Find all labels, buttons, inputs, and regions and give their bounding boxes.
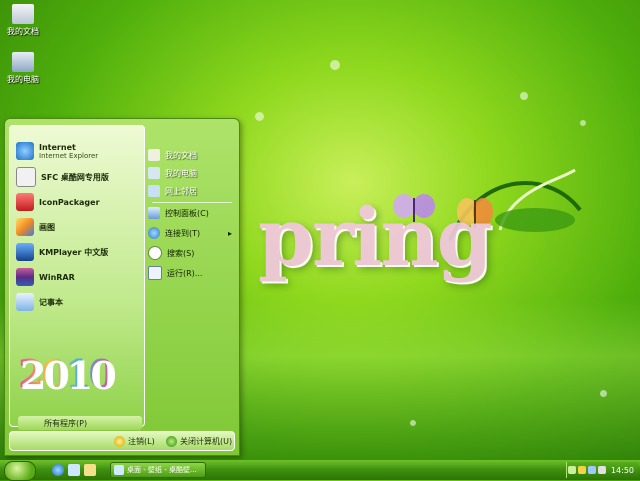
start-place-label: 我的电脑 <box>165 168 197 178</box>
logoff-button[interactable]: 注销(L) <box>114 434 155 448</box>
logoff-icon <box>114 435 125 447</box>
quicklaunch-desktop-icon[interactable] <box>68 464 80 476</box>
start-item-notepad[interactable]: 记事本 <box>16 291 63 313</box>
start-menu-places-pane: 我的文档 我的电脑 网上邻居 控制面板(C) 连接到(T) ▸ 搜索(S) 运行… <box>146 125 234 425</box>
shutdown-button[interactable]: 关闭计算机(U) <box>166 434 232 448</box>
start-place-label: 连接到(T) <box>165 228 201 238</box>
tray-network-icon[interactable] <box>587 466 596 474</box>
start-item-title: IconPackager <box>39 197 100 207</box>
bokeh-dot <box>520 92 528 100</box>
bokeh-dot <box>600 390 607 397</box>
my-computer-icon <box>12 52 34 72</box>
bokeh-dot <box>330 60 340 70</box>
start-item-sfc[interactable]: SFC 桌酷网专用版 <box>16 166 109 188</box>
start-menu-pinned-pane: Internet Internet Explorer SFC 桌酷网专用版 Ic… <box>9 125 145 430</box>
all-programs-button[interactable]: 所有程序(P) <box>18 416 142 430</box>
year-2010-art: 2010 <box>18 351 115 396</box>
start-menu-footer: 注销(L) 关闭计算机(U) <box>9 431 235 451</box>
start-item-kmplayer[interactable]: KMPlayer 中文版 <box>16 241 108 263</box>
tray-clock[interactable]: 14:50 <box>611 466 634 475</box>
start-place-label: 网上邻居 <box>165 186 197 196</box>
power-icon <box>166 435 177 447</box>
taskbar-item-label: 桌面 - 壁纸 - 桌酷壁... <box>127 466 197 474</box>
window-icon <box>114 465 124 475</box>
start-item-title: WinRAR <box>39 272 75 282</box>
bokeh-dot <box>410 420 416 426</box>
start-item-title: Internet <box>39 142 76 152</box>
paint-icon <box>16 218 34 236</box>
desktop-icon-my-documents[interactable]: 我的文档 <box>0 4 46 37</box>
submenu-arrow-icon: ▸ <box>228 228 233 238</box>
start-item-subtitle: Internet Explorer <box>39 151 99 160</box>
quicklaunch-folder-icon[interactable] <box>84 464 96 476</box>
wallpaper-spring-text: pring <box>258 190 493 284</box>
start-place-label: 搜索(S) <box>167 248 195 258</box>
winrar-icon <box>16 268 34 286</box>
quicklaunch-ie-icon[interactable] <box>52 464 64 476</box>
kmplayer-icon <box>16 243 34 261</box>
tray-app-icon[interactable] <box>577 466 586 474</box>
run-icon <box>148 266 162 280</box>
start-item-paint[interactable]: 画图 <box>16 216 55 238</box>
start-place-my-documents[interactable]: 我的文档 <box>148 147 197 163</box>
start-place-my-computer[interactable]: 我的电脑 <box>148 165 197 181</box>
desktop-icon-my-computer[interactable]: 我的电脑 <box>0 52 46 85</box>
start-item-winrar[interactable]: WinRAR <box>16 266 75 288</box>
desktop-icon-label: 我的电脑 <box>7 75 39 84</box>
connect-icon <box>148 227 160 239</box>
bokeh-dot <box>580 120 586 126</box>
network-icon <box>148 185 160 197</box>
start-menu: Internet Internet Explorer SFC 桌酷网专用版 Ic… <box>4 118 240 456</box>
start-place-connect-to[interactable]: 连接到(T) ▸ <box>148 225 232 241</box>
bokeh-dot <box>255 112 264 121</box>
computer-icon <box>148 167 160 179</box>
taskbar: 桌面 - 壁纸 - 桌酷壁... 14:50 <box>0 460 640 481</box>
sfc-icon <box>16 167 36 187</box>
start-place-control-panel[interactable]: 控制面板(C) <box>148 205 209 221</box>
start-item-iconpackager[interactable]: IconPackager <box>16 191 100 213</box>
all-programs-label: 所有程序(P) <box>44 418 88 428</box>
shutdown-label: 关闭计算机(U) <box>180 436 233 446</box>
start-place-label: 控制面板(C) <box>165 208 209 218</box>
start-place-run[interactable]: 运行(R)... <box>148 265 202 281</box>
taskbar-item-desktop[interactable]: 桌面 - 壁纸 - 桌酷壁... <box>110 462 206 478</box>
control-panel-icon <box>148 207 160 219</box>
start-item-title: SFC 桌酷网专用版 <box>41 172 109 182</box>
start-item-title: KMPlayer 中文版 <box>39 247 109 257</box>
start-place-label: 运行(R)... <box>167 268 203 278</box>
start-place-label: 我的文档 <box>165 150 197 160</box>
iconpackager-icon <box>16 193 34 211</box>
logoff-label: 注销(L) <box>128 436 155 446</box>
start-place-network[interactable]: 网上邻居 <box>148 183 197 199</box>
search-icon <box>148 246 162 260</box>
start-place-search[interactable]: 搜索(S) <box>148 245 194 261</box>
notepad-icon <box>16 293 34 311</box>
tray-volume-icon[interactable] <box>597 466 606 474</box>
start-button[interactable] <box>4 461 36 481</box>
start-item-title: 记事本 <box>39 297 63 307</box>
tray-expand-icon[interactable] <box>567 466 576 474</box>
internet-explorer-icon <box>16 142 34 160</box>
start-item-internet[interactable]: Internet Internet Explorer <box>16 140 98 162</box>
start-item-title: 画图 <box>39 222 55 232</box>
system-tray: 14:50 <box>566 462 638 478</box>
desktop-icon-label: 我的文档 <box>7 27 39 36</box>
documents-icon <box>148 149 160 161</box>
places-separator <box>152 202 232 203</box>
my-documents-icon <box>12 4 34 24</box>
